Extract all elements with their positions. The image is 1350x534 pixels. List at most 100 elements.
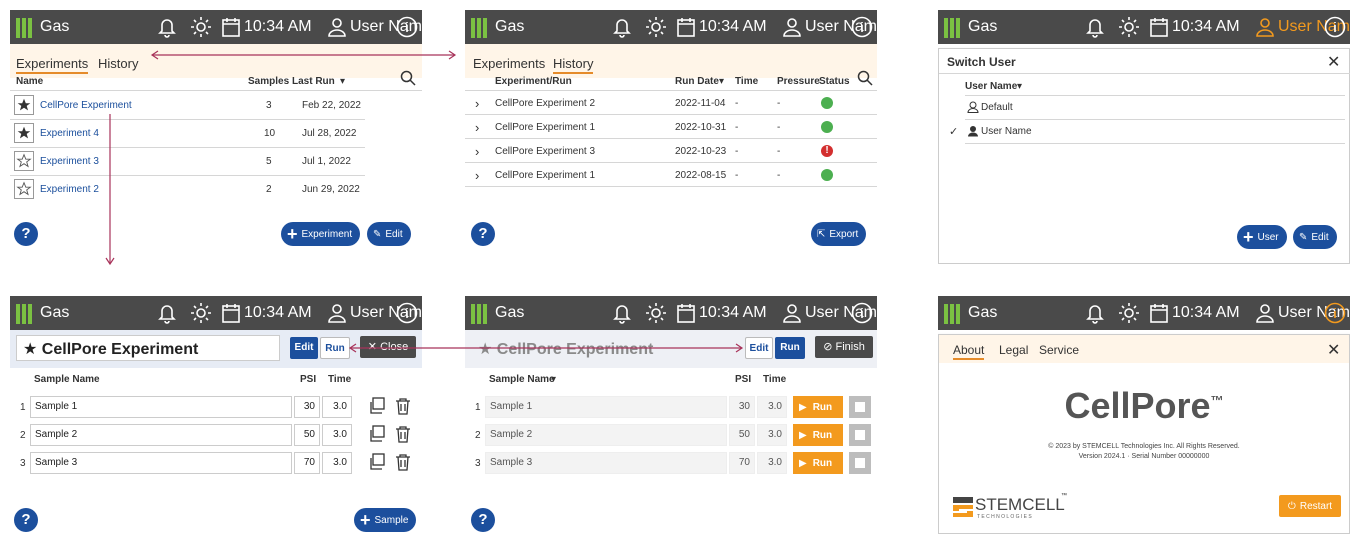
time-input[interactable]: 3.0	[322, 452, 352, 474]
calendar-icon[interactable]	[1150, 17, 1168, 37]
run-mode-button[interactable]: Run	[320, 337, 350, 359]
chevron-right-icon[interactable]: ›	[475, 96, 479, 111]
sample-name-input[interactable]: Sample 3	[30, 452, 292, 474]
export-button[interactable]: ⇱ Export	[811, 222, 867, 246]
info-icon[interactable]	[396, 16, 418, 38]
col-time[interactable]: Time	[735, 76, 758, 87]
add-user-button[interactable]: + User	[1237, 225, 1287, 249]
tab-experiments[interactable]: Experiments	[16, 56, 89, 74]
brightness-icon[interactable]	[190, 302, 212, 324]
restart-button[interactable]: ⏻ Restart	[1279, 495, 1341, 517]
col-status[interactable]: Status	[819, 76, 850, 87]
calendar-icon[interactable]	[677, 303, 695, 323]
calendar-icon[interactable]	[222, 303, 240, 323]
star-outline-icon[interactable]	[14, 179, 34, 199]
col-sample-name[interactable]: Sample Name	[489, 374, 555, 385]
stop-button[interactable]	[849, 424, 871, 446]
close-icon[interactable]: ✕	[1327, 340, 1340, 360]
stop-button[interactable]	[849, 452, 871, 474]
experiment-name[interactable]: Experiment 3	[40, 156, 99, 167]
add-sample-button[interactable]: + Sample	[354, 508, 417, 532]
tab-about[interactable]: About	[953, 343, 985, 360]
tab-service[interactable]: Service	[1039, 343, 1079, 357]
copy-icon[interactable]	[368, 425, 386, 443]
info-icon[interactable]	[1324, 16, 1346, 38]
run-sample-button[interactable]: ▶ Run	[793, 452, 843, 474]
edit-user-button[interactable]: ✎ Edit	[1293, 225, 1337, 249]
add-experiment-button[interactable]: + Experiment	[281, 222, 361, 246]
edit-button[interactable]: ✎ Edit	[367, 222, 411, 246]
star-filled-icon[interactable]	[14, 123, 34, 143]
search-icon[interactable]	[400, 70, 416, 86]
chevron-right-icon[interactable]: ›	[475, 144, 479, 159]
col-run-date[interactable]: Run Date	[675, 76, 719, 87]
run-sample-button[interactable]: ▶ Run	[793, 424, 843, 446]
time-input[interactable]: 3.0	[322, 396, 352, 418]
time-input[interactable]: 3.0	[322, 424, 352, 446]
col-samples[interactable]: Samples	[248, 76, 289, 87]
col-last-run[interactable]: Last Run	[292, 76, 335, 87]
psi-input[interactable]: 50	[294, 424, 320, 446]
brightness-icon[interactable]	[1118, 302, 1140, 324]
experiment-name[interactable]: CellPore Experiment	[40, 100, 132, 111]
col-user-name[interactable]: User Name	[965, 81, 1017, 92]
help-button[interactable]: ?	[471, 508, 495, 532]
info-icon[interactable]	[1324, 302, 1346, 324]
user-icon[interactable]	[1256, 17, 1274, 37]
user-default[interactable]: Default	[981, 102, 1013, 113]
copy-icon[interactable]	[368, 397, 386, 415]
tab-history[interactable]: History	[98, 56, 138, 71]
finish-button[interactable]: ⊘ Finish	[815, 336, 873, 358]
edit-mode-button[interactable]: Edit	[290, 337, 318, 359]
bell-icon[interactable]	[157, 302, 177, 324]
brightness-icon[interactable]	[645, 16, 667, 38]
info-icon[interactable]	[851, 302, 873, 324]
close-icon[interactable]: ✕	[1327, 52, 1340, 72]
experiment-name[interactable]: Experiment 2	[40, 184, 99, 195]
psi-input[interactable]: 70	[294, 452, 320, 474]
chevron-right-icon[interactable]: ›	[475, 120, 479, 135]
help-button[interactable]: ?	[14, 222, 38, 246]
tab-experiments[interactable]: Experiments	[473, 56, 545, 71]
col-name[interactable]: Name	[16, 76, 43, 87]
experiment-name[interactable]: Experiment 4	[40, 128, 99, 139]
close-button[interactable]: ✕ Close	[360, 336, 416, 358]
user-icon[interactable]	[328, 17, 346, 37]
brightness-icon[interactable]	[645, 302, 667, 324]
star-filled-icon[interactable]	[14, 95, 34, 115]
calendar-icon[interactable]	[222, 17, 240, 37]
col-pressure[interactable]: Pressure	[777, 76, 820, 87]
chevron-right-icon[interactable]: ›	[475, 168, 479, 183]
edit-mode-button[interactable]: Edit	[745, 337, 773, 359]
bell-icon[interactable]	[612, 302, 632, 324]
col-experiment-run[interactable]: Experiment/Run	[495, 76, 572, 87]
trash-icon[interactable]	[394, 397, 412, 415]
tab-history[interactable]: History	[553, 56, 594, 74]
bell-icon[interactable]	[1085, 16, 1105, 38]
col-sample-name[interactable]: Sample Name	[34, 374, 100, 385]
user-icon[interactable]	[783, 17, 801, 37]
help-button[interactable]: ?	[471, 222, 495, 246]
sample-name-input[interactable]: Sample 2	[30, 424, 292, 446]
bell-icon[interactable]	[157, 16, 177, 38]
trash-icon[interactable]	[394, 425, 412, 443]
info-icon[interactable]	[396, 302, 418, 324]
brightness-icon[interactable]	[1118, 16, 1140, 38]
copy-icon[interactable]	[368, 453, 386, 471]
bell-icon[interactable]	[1085, 302, 1105, 324]
user-icon[interactable]	[783, 303, 801, 323]
help-button[interactable]: ?	[14, 508, 38, 532]
calendar-icon[interactable]	[1150, 303, 1168, 323]
trash-icon[interactable]	[394, 453, 412, 471]
bell-icon[interactable]	[612, 16, 632, 38]
run-sample-button[interactable]: ▶ Run	[793, 396, 843, 418]
sample-name-input[interactable]: Sample 1	[30, 396, 292, 418]
star-filled-icon[interactable]: ★	[23, 341, 42, 358]
stop-button[interactable]	[849, 396, 871, 418]
brightness-icon[interactable]	[190, 16, 212, 38]
info-icon[interactable]	[851, 16, 873, 38]
run-mode-button[interactable]: Run	[775, 337, 805, 359]
star-outline-icon[interactable]	[14, 151, 34, 171]
calendar-icon[interactable]	[677, 17, 695, 37]
user-icon[interactable]	[328, 303, 346, 323]
